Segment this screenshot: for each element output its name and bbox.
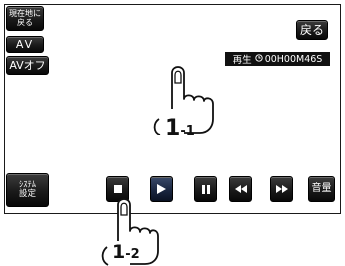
volume-button[interactable]: 音量 — [308, 176, 335, 202]
rewind-icon — [234, 185, 247, 193]
fast-forward-button[interactable] — [270, 176, 293, 202]
system-settings-button[interactable]: ｼｽﾃﾑ 設定 — [6, 173, 49, 207]
play-icon — [157, 184, 166, 194]
return-to-current-location-button[interactable]: 現在地に 戻る — [6, 6, 44, 31]
rewind-button[interactable] — [229, 176, 252, 202]
callout-1-2-main: 1 — [112, 241, 126, 263]
callout-1-2-sub: -2 — [125, 247, 140, 262]
status-label: 再生 — [232, 55, 252, 66]
av-button[interactable]: AV — [6, 36, 44, 53]
callout-1-1-sub: -1 — [180, 124, 195, 139]
pause-button[interactable] — [194, 176, 217, 202]
playback-status: 再生 00H00M46S — [225, 52, 330, 66]
av-off-button[interactable]: AVオフ — [6, 56, 49, 75]
playback-time: 00H00M46S — [264, 53, 323, 65]
fast-forward-icon — [275, 185, 288, 193]
stop-icon — [113, 185, 122, 193]
callout-1-1-main: 1 — [165, 116, 181, 141]
callout-1-1: 1-1 — [165, 116, 195, 141]
system-settings-label-2: 設定 — [18, 189, 36, 199]
pause-icon — [201, 184, 210, 194]
return-to-current-location-label-2: 戻る — [17, 17, 33, 27]
callout-1-2: 1-2 — [112, 241, 140, 263]
back-button[interactable]: 戻る — [296, 20, 328, 40]
clock-icon — [255, 53, 263, 65]
